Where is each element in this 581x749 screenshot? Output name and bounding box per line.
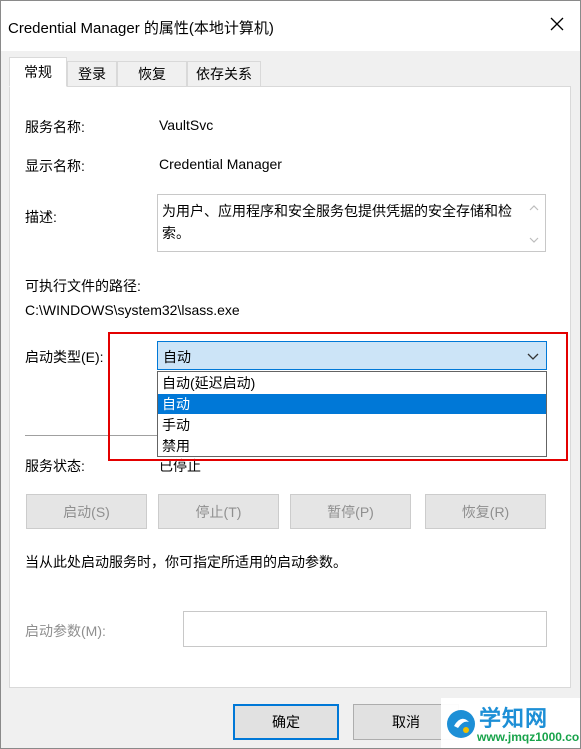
start-params-input[interactable] bbox=[183, 611, 547, 647]
tab-general[interactable]: 常规 bbox=[9, 57, 67, 87]
service-status-label: 服务状态: bbox=[25, 458, 85, 474]
start-params-label: 启动参数(M): bbox=[25, 623, 106, 639]
option-manual[interactable]: 手动 bbox=[158, 415, 546, 435]
scroll-up-button[interactable] bbox=[527, 201, 541, 215]
chevron-up-icon bbox=[529, 205, 539, 211]
resume-button-label: 恢复(R) bbox=[461, 503, 510, 520]
tab-label: 依存关系 bbox=[196, 66, 252, 82]
watermark-text: 学知网 bbox=[479, 706, 549, 731]
service-name-label: 服务名称: bbox=[25, 119, 85, 135]
startup-type-select[interactable]: 自动 bbox=[157, 341, 547, 370]
tab-label: 恢复 bbox=[138, 66, 166, 82]
start-params-hint: 当从此处启动服务时，你可指定所适用的启动参数。 bbox=[25, 554, 347, 570]
display-name-label: 显示名称: bbox=[25, 158, 85, 174]
watermark-logo-icon bbox=[447, 710, 475, 738]
tab-recovery[interactable]: 恢复 bbox=[117, 61, 187, 86]
service-name-value: VaultSvc bbox=[159, 117, 214, 133]
service-status-value: 已停止 bbox=[159, 458, 201, 474]
close-button[interactable] bbox=[544, 11, 570, 37]
stop-button[interactable]: 停止(T) bbox=[158, 494, 279, 529]
pause-button-label: 暂停(P) bbox=[327, 503, 374, 520]
tab-logon[interactable]: 登录 bbox=[67, 61, 117, 86]
title-bar: Credential Manager 的属性(本地计算机) bbox=[1, 1, 580, 51]
scroll-down-button[interactable] bbox=[527, 233, 541, 247]
tab-label: 常规 bbox=[24, 64, 52, 80]
chevron-down-icon bbox=[527, 353, 539, 360]
properties-dialog: Credential Manager 的属性(本地计算机) 常规 登录 恢复 依… bbox=[0, 0, 581, 749]
startup-type-dropdown: 自动(延迟启动) 自动 手动 禁用 bbox=[157, 371, 547, 457]
description-label: 描述: bbox=[25, 209, 57, 225]
startup-type-label: 启动类型(E): bbox=[25, 349, 104, 365]
stop-button-label: 停止(T) bbox=[195, 503, 242, 520]
start-button-label: 启动(S) bbox=[63, 503, 110, 520]
exe-path-label: 可执行文件的路径: bbox=[25, 278, 141, 294]
ok-button-label: 确定 bbox=[272, 714, 300, 730]
start-button[interactable]: 启动(S) bbox=[26, 494, 147, 529]
cancel-button-label: 取消 bbox=[392, 714, 420, 730]
display-name-value: Credential Manager bbox=[159, 156, 282, 172]
option-auto-delayed[interactable]: 自动(延迟启动) bbox=[158, 373, 546, 393]
watermark: 学知网 www.jmqz1000.com bbox=[441, 698, 581, 748]
watermark-url: www.jmqz1000.com bbox=[477, 730, 581, 744]
tab-label: 登录 bbox=[78, 66, 106, 82]
close-icon bbox=[550, 17, 564, 31]
description-text: 为用户、应用程序和安全服务包提供凭据的安全存储和检索。 bbox=[162, 203, 512, 241]
startup-type-value: 自动 bbox=[163, 349, 191, 365]
exe-path-value: C:\WINDOWS\system32\lsass.exe bbox=[25, 302, 240, 318]
pause-button[interactable]: 暂停(P) bbox=[290, 494, 411, 529]
resume-button[interactable]: 恢复(R) bbox=[425, 494, 546, 529]
window-title: Credential Manager 的属性(本地计算机) bbox=[8, 20, 274, 37]
chevron-down-icon bbox=[529, 237, 539, 243]
option-disabled[interactable]: 禁用 bbox=[158, 436, 546, 456]
description-box[interactable]: 为用户、应用程序和安全服务包提供凭据的安全存储和检索。 bbox=[157, 194, 546, 252]
tab-dependencies[interactable]: 依存关系 bbox=[187, 61, 261, 86]
option-auto[interactable]: 自动 bbox=[158, 394, 546, 414]
ok-button[interactable]: 确定 bbox=[233, 704, 339, 740]
dropdown-toggle[interactable] bbox=[526, 349, 540, 363]
